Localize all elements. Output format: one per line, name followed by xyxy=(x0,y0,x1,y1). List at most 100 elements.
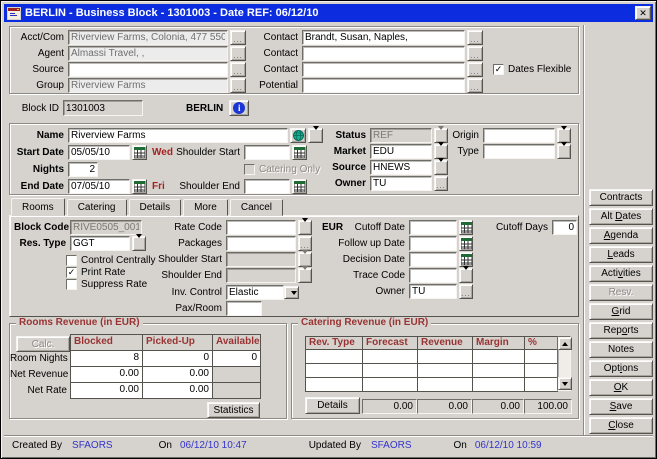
globe-button[interactable] xyxy=(290,128,306,143)
agent-lookup-button[interactable]: ... xyxy=(230,46,246,61)
packages-field[interactable] xyxy=(226,236,296,251)
trace-code-lov-button[interactable] xyxy=(459,268,473,283)
grid-button[interactable]: Grid xyxy=(589,303,653,320)
updated-on-label: On xyxy=(454,440,467,451)
cutoff-date-calendar-button[interactable] xyxy=(459,220,473,235)
shoulder-start-field[interactable] xyxy=(244,145,290,160)
table-row[interactable] xyxy=(473,350,525,364)
tab-catering[interactable]: Catering xyxy=(67,199,127,216)
options-button[interactable]: Options xyxy=(589,360,653,377)
name-lov-button[interactable] xyxy=(308,128,323,143)
suppress-rate-checkbox[interactable] xyxy=(66,279,77,290)
follow-up-date-calendar-button[interactable] xyxy=(459,236,473,251)
rate-code-lov-button[interactable] xyxy=(298,220,312,235)
shoulder-start-calendar-button[interactable] xyxy=(292,145,307,160)
agenda-button[interactable]: Agenda xyxy=(589,227,653,244)
inv-control-dropdown-button[interactable] xyxy=(284,286,299,299)
contact2-lookup-button[interactable]: ... xyxy=(467,46,483,61)
ellipsis-icon: ... xyxy=(470,48,480,59)
table-row[interactable] xyxy=(473,378,525,392)
source-lookup-button[interactable]: ... xyxy=(230,62,246,77)
decision-date-calendar-button[interactable] xyxy=(459,252,473,267)
window-title: BERLIN - Business Block - 1301003 - Date… xyxy=(25,7,635,19)
status-label: Status xyxy=(332,130,366,141)
owner-lookup-button[interactable]: ... xyxy=(434,176,448,191)
table-row[interactable] xyxy=(306,364,363,378)
type-field[interactable] xyxy=(483,144,555,159)
contact2-field[interactable] xyxy=(302,46,465,61)
calendar-icon xyxy=(461,222,472,233)
cutoff-date-field[interactable] xyxy=(409,220,457,235)
ok-button[interactable]: OK xyxy=(589,379,653,396)
contact1-lookup-button[interactable]: ... xyxy=(467,30,483,45)
potential-lookup-button[interactable]: ... xyxy=(467,78,483,93)
market-lov-button[interactable] xyxy=(434,144,448,159)
catering-table-scrollbar[interactable] xyxy=(557,336,571,391)
statistics-button[interactable]: Statistics xyxy=(207,402,260,418)
group-lookup-button[interactable]: ... xyxy=(230,78,246,93)
dates-flexible-checkbox[interactable]: ✓ xyxy=(493,64,504,75)
table-row[interactable] xyxy=(363,364,418,378)
inv-control-select[interactable] xyxy=(226,285,284,300)
table-row[interactable] xyxy=(306,350,363,364)
table-row[interactable] xyxy=(306,378,363,392)
scroll-down-button[interactable] xyxy=(558,377,572,390)
tab-cancel[interactable]: Cancel xyxy=(230,199,283,216)
follow-up-date-field[interactable] xyxy=(409,236,457,251)
save-button[interactable]: Save xyxy=(589,398,653,415)
start-date-field[interactable] xyxy=(68,145,130,160)
close-icon[interactable]: ✕ xyxy=(635,6,651,20)
calendar-icon xyxy=(294,181,305,192)
decision-date-field[interactable] xyxy=(409,252,457,267)
rooms-owner-lookup-button[interactable]: ... xyxy=(459,284,473,299)
notes-button[interactable]: Notes xyxy=(589,341,653,358)
contact3-field[interactable] xyxy=(302,62,465,77)
pax-room-field[interactable] xyxy=(226,301,262,316)
name-field[interactable] xyxy=(68,128,288,143)
activities-button[interactable]: Activities xyxy=(589,265,653,282)
alt-dates-button[interactable]: Alt Dates xyxy=(589,208,653,225)
end-date-calendar-button[interactable] xyxy=(132,179,147,194)
table-row[interactable] xyxy=(418,350,473,364)
origin-field[interactable] xyxy=(483,128,555,143)
shoulder-end-calendar-button[interactable] xyxy=(292,179,307,194)
table-row[interactable] xyxy=(418,378,473,392)
contracts-button[interactable]: Contracts xyxy=(589,189,653,206)
potential-field[interactable] xyxy=(302,78,465,93)
source-field[interactable] xyxy=(68,62,228,77)
reports-button[interactable]: Reports xyxy=(589,322,653,339)
scroll-up-button[interactable] xyxy=(558,337,572,350)
source-code-field[interactable] xyxy=(370,160,432,175)
tab-more[interactable]: More xyxy=(183,199,228,216)
type-lov-button[interactable] xyxy=(557,144,571,159)
details-button[interactable]: Details xyxy=(305,397,360,414)
leads-button[interactable]: Leads xyxy=(589,246,653,263)
rate-code-field[interactable] xyxy=(226,220,296,235)
source-lov-button[interactable] xyxy=(434,160,448,175)
table-row[interactable] xyxy=(525,350,558,364)
nights-field[interactable] xyxy=(68,162,98,177)
start-date-calendar-button[interactable] xyxy=(132,145,147,160)
table-row[interactable] xyxy=(363,350,418,364)
owner-field[interactable] xyxy=(370,176,432,191)
rooms-owner-field[interactable] xyxy=(409,284,457,299)
close-button[interactable]: Close xyxy=(589,417,653,434)
contact3-lookup-button[interactable]: ... xyxy=(467,62,483,77)
market-field[interactable] xyxy=(370,144,432,159)
contact1-field[interactable] xyxy=(302,30,465,45)
table-row[interactable] xyxy=(525,364,558,378)
acct-com-lookup-button[interactable]: ... xyxy=(230,30,246,45)
info-button[interactable]: i xyxy=(229,100,249,116)
trace-code-field[interactable] xyxy=(409,268,457,283)
table-row[interactable] xyxy=(418,364,473,378)
tab-rooms[interactable]: Rooms xyxy=(11,198,65,216)
packages-lookup-button[interactable]: ... xyxy=(298,236,312,251)
origin-lov-button[interactable] xyxy=(557,128,571,143)
tab-details[interactable]: Details xyxy=(129,199,182,216)
table-row[interactable] xyxy=(525,378,558,392)
shoulder-end-field[interactable] xyxy=(244,179,290,194)
end-date-field[interactable] xyxy=(68,179,130,194)
cutoff-days-field[interactable] xyxy=(552,220,577,235)
table-row[interactable] xyxy=(363,378,418,392)
table-row[interactable] xyxy=(473,364,525,378)
